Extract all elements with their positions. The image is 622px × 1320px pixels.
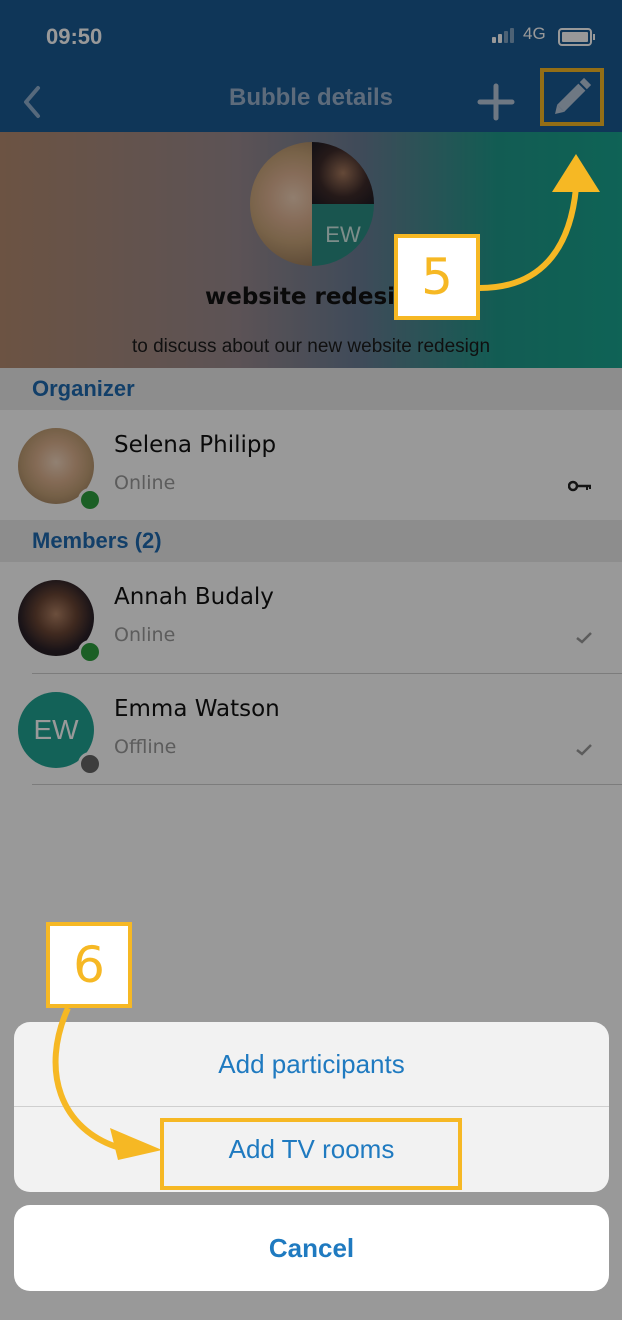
arrow-step-6-icon (52, 1006, 162, 1160)
step-6-badge: 6 (46, 922, 132, 1008)
bubble-details-screen: 09:50 4G Bubble details EW website redes… (0, 0, 622, 1320)
cancel-button[interactable]: Cancel (14, 1205, 609, 1291)
arrow-step-5-icon (479, 154, 600, 291)
add-tv-rooms-highlight (160, 1118, 462, 1190)
step-5-badge: 5 (394, 234, 480, 320)
